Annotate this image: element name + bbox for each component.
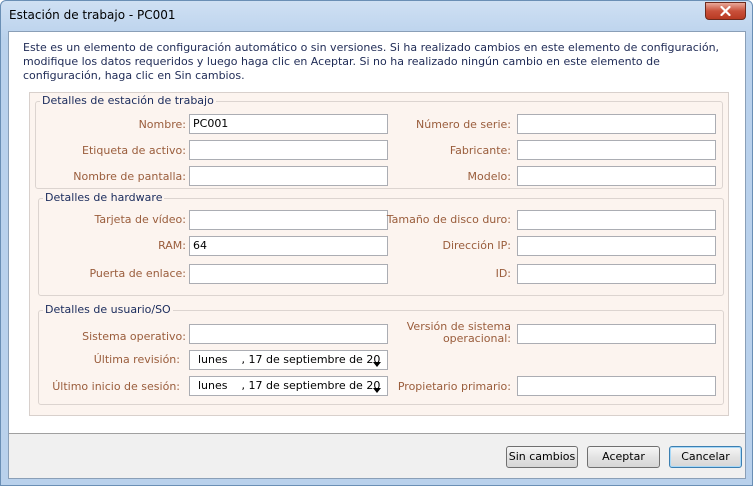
ram-label: RAM: [158, 239, 186, 252]
user-os-group-title: Detalles de usuario/SO [43, 303, 173, 317]
title-bar[interactable]: Estación de trabajo - PC001 [1, 1, 752, 31]
content-area: Este es un elemento de configuración aut… [9, 32, 745, 434]
close-button[interactable] [705, 2, 746, 20]
ram-field[interactable]: 64 [189, 236, 388, 256]
last-review-value: lunes , 17 de septiembre de 20 [198, 353, 381, 366]
last-login-picker[interactable]: lunes , 17 de septiembre de 20 [189, 376, 388, 396]
display-name-label: Nombre de pantalla: [73, 170, 186, 183]
video-card-field[interactable] [189, 210, 388, 230]
dialog-window: Estación de trabajo - PC001 Este es un e… [0, 0, 753, 486]
model-field[interactable] [517, 166, 716, 186]
accept-button[interactable]: Aceptar [587, 446, 660, 468]
asset-tag-label: Etiqueta de activo: [82, 144, 186, 157]
serial-number-label: Número de serie: [416, 118, 511, 131]
serial-number-field[interactable] [517, 114, 716, 134]
chevron-down-icon[interactable] [373, 383, 381, 395]
last-login-value: lunes , 17 de septiembre de 20 [198, 379, 381, 392]
disk-size-label: Tamaño de disco duro: [386, 213, 511, 226]
gateway-label: Puerta de enlace: [89, 267, 186, 280]
ip-address-field[interactable] [517, 236, 716, 256]
hardware-group-title: Detalles de hardware [43, 191, 165, 205]
primary-owner-field[interactable] [517, 376, 716, 396]
display-name-field[interactable] [189, 166, 388, 186]
gateway-field[interactable] [189, 264, 388, 284]
os-field[interactable] [189, 324, 388, 344]
cancel-button[interactable]: Cancelar [669, 446, 742, 468]
no-changes-button[interactable]: Sin cambios [506, 446, 578, 468]
os-version-label: Versión de sistema operacional: [406, 321, 511, 345]
manufacturer-field[interactable] [517, 140, 716, 160]
id-label: ID: [495, 267, 511, 280]
form-panel: Detalles de estación de trabajo Nombre: … [29, 92, 729, 416]
workstation-group-title: Detalles de estación de trabajo [40, 94, 216, 108]
dialog-client: Este es un elemento de configuración aut… [8, 31, 746, 479]
close-icon [720, 6, 731, 16]
name-label: Nombre: [138, 118, 186, 131]
manufacturer-label: Fabricante: [449, 144, 511, 157]
last-login-label: Último inicio de sesión: [52, 380, 180, 393]
os-version-field[interactable] [517, 324, 716, 344]
window-title: Estación de trabajo - PC001 [9, 8, 176, 22]
asset-tag-field[interactable] [189, 140, 388, 160]
description-text: Este es un elemento de configuración aut… [23, 41, 720, 82]
primary-owner-label: Propietario primario: [397, 380, 511, 393]
last-review-label: Última revisión: [93, 353, 180, 366]
id-field[interactable] [517, 264, 716, 284]
chevron-down-icon[interactable] [373, 357, 381, 369]
os-label: Sistema operativo: [82, 330, 186, 343]
ip-address-label: Dirección IP: [442, 239, 511, 252]
video-card-label: Tarjeta de vídeo: [94, 213, 186, 226]
disk-size-field[interactable] [517, 210, 716, 230]
model-label: Modelo: [467, 170, 511, 183]
last-review-picker[interactable]: lunes , 17 de septiembre de 20 [189, 350, 388, 370]
name-field[interactable]: PC001 [189, 114, 388, 134]
